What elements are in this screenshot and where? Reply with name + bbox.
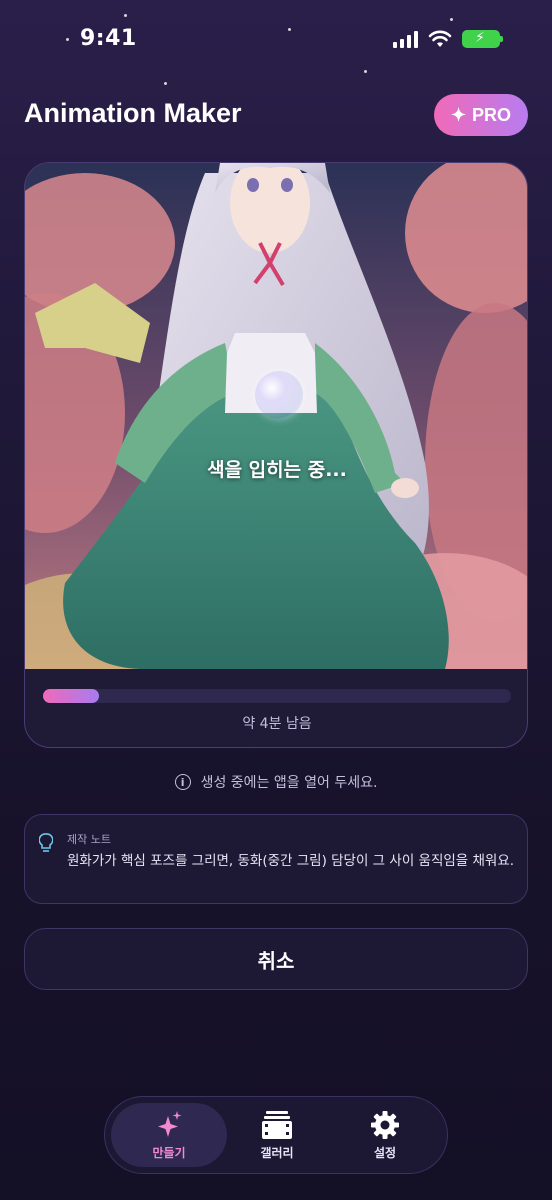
pro-label: PRO — [472, 104, 512, 125]
tab-bar: 만들기 갤러리 설정 — [104, 1096, 448, 1174]
sparkles-icon — [158, 1110, 182, 1137]
cancel-button[interactable]: 취소 — [24, 928, 528, 990]
time-remaining: 약 4분 남음 — [242, 716, 312, 732]
status-time: 9:41 — [80, 26, 137, 51]
tab-gallery[interactable]: 갤러리 — [219, 1103, 335, 1167]
info-icon: i — [174, 774, 191, 790]
tab-settings[interactable]: 설정 — [327, 1103, 443, 1167]
note-title: 제작 노트 — [67, 833, 111, 846]
tab-make[interactable]: 만들기 — [111, 1103, 227, 1167]
progress-fill — [43, 689, 100, 703]
generation-status: 색을 입히는 중... — [207, 459, 347, 481]
generation-card: 색을 입히는 중... 약 4분 남음 — [24, 162, 528, 748]
tab-settings-label: 설정 — [373, 1145, 397, 1160]
tab-gallery-label: 갤러리 — [260, 1145, 294, 1160]
star-decoration — [164, 82, 167, 85]
progress-bar — [43, 689, 511, 703]
tab-make-label: 만들기 — [152, 1145, 186, 1160]
battery-icon: ⚡ — [462, 30, 503, 48]
wifi-icon — [428, 30, 452, 47]
status-bar: 9:41 ⚡ — [0, 0, 552, 80]
film-icon — [262, 1110, 292, 1139]
sparkle-icon: ✦ — [450, 104, 467, 125]
info-text: 생성 중에는 앱을 열어 두세요. — [200, 775, 378, 791]
signal-icon — [393, 30, 418, 48]
lightbulb-icon — [39, 833, 53, 852]
loading-bubble — [255, 371, 303, 419]
info-message: i 생성 중에는 앱을 열어 두세요. — [0, 772, 552, 792]
page-title: Animation Maker — [24, 98, 242, 128]
production-note: 제작 노트 원화가가 핵심 포즈를 그리면, 동화(중간 그림) 담당이 그 사… — [24, 814, 528, 904]
gear-icon — [371, 1110, 399, 1139]
note-body: 원화가가 핵심 포즈를 그리면, 동화(중간 그림) 담당이 그 사이 움직임을… — [67, 853, 515, 869]
status-icons: ⚡ — [393, 30, 503, 48]
pro-button[interactable]: ✦ PRO — [434, 94, 528, 136]
